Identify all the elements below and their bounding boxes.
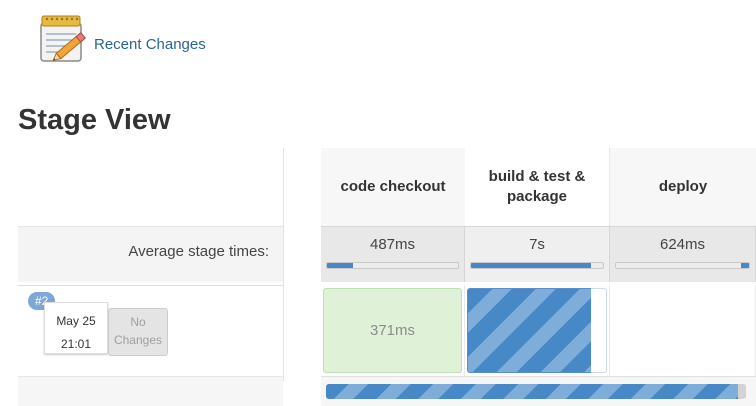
avg-time-bar-fill [471, 263, 592, 268]
overall-progress-row [321, 376, 756, 406]
stage-header-label: code checkout [340, 178, 446, 195]
overall-progress-fill [326, 384, 738, 399]
stage-cell-code-checkout[interactable]: 371ms [321, 285, 465, 376]
stage-cell-success[interactable]: 371ms [323, 288, 462, 373]
avg-time-value: 7s [529, 236, 545, 253]
stage-header-label: deploy [658, 178, 708, 195]
average-label-text: Average stage times: [128, 243, 269, 260]
column-gap [283, 148, 322, 381]
build-time: 21:01 [60, 337, 92, 351]
avg-time-bar [326, 262, 459, 269]
build-row-info: #2 May 25 21:01 No Changes [18, 285, 283, 377]
no-changes-box[interactable]: No Changes [108, 308, 168, 356]
stage-cell-running-remaining [591, 288, 607, 373]
build-date: May 25 [56, 314, 96, 328]
avg-time-cell-build-test-package: 7s [465, 226, 610, 282]
header-spacer [18, 148, 283, 226]
avg-time-bar-fill [741, 263, 749, 268]
avg-time-bar-fill [327, 263, 354, 268]
stage-view-table: code checkout build & test & package dep… [18, 148, 756, 406]
avg-time-bar [470, 262, 604, 269]
page-title: Stage View [18, 104, 171, 136]
stage-cell-deploy [610, 285, 756, 376]
avg-time-cell-deploy: 624ms [610, 226, 756, 282]
stage-header-deploy[interactable]: deploy [610, 148, 756, 226]
no-changes-line2: Changes [113, 333, 163, 347]
recent-changes-label[interactable]: Recent Changes [94, 36, 206, 53]
overall-progress-track [326, 384, 746, 399]
avg-time-value: 487ms [369, 236, 416, 253]
recent-changes-link[interactable]: Recent Changes [38, 14, 206, 66]
stage-header-label: build & test & package [488, 168, 586, 205]
notepad-pencil-icon [38, 14, 92, 66]
stage-duration: 371ms [369, 322, 416, 339]
stage-header-code-checkout[interactable]: code checkout [321, 148, 466, 226]
stage-cell-running-progress[interactable] [467, 288, 592, 373]
avg-time-cell-code-checkout: 487ms [321, 226, 465, 282]
no-changes-line1: No [130, 315, 146, 329]
bottom-spacer [18, 376, 283, 406]
build-date-box[interactable]: May 25 21:01 [44, 302, 108, 354]
stage-cell-build-test-package[interactable] [465, 285, 610, 376]
avg-time-value: 624ms [659, 236, 706, 253]
avg-time-bar [615, 262, 750, 269]
average-stage-times-label: Average stage times: [18, 226, 283, 282]
stage-header-build-test-package[interactable]: build & test & package [465, 148, 610, 226]
